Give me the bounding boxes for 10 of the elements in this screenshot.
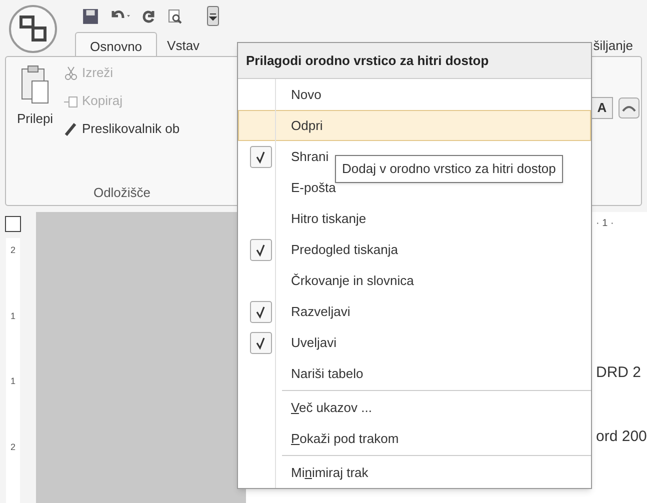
ruler-number: 2: [10, 440, 16, 454]
ruler-number: · 1 ·: [596, 217, 614, 231]
group-label: Odložišče: [92, 184, 152, 202]
document-text: DRD 2: [596, 363, 642, 383]
document-text: ord 200: [596, 427, 647, 447]
menu-title: Prilagodi orodno vrstico za hitri dostop: [238, 43, 591, 79]
ruler-number: 2: [10, 244, 16, 257]
ruler-number: 1: [10, 375, 16, 388]
tooltip: Dodaj v orodno vrstico za hitri dostop: [335, 155, 563, 182]
ruler-number: 1: [10, 310, 16, 322]
